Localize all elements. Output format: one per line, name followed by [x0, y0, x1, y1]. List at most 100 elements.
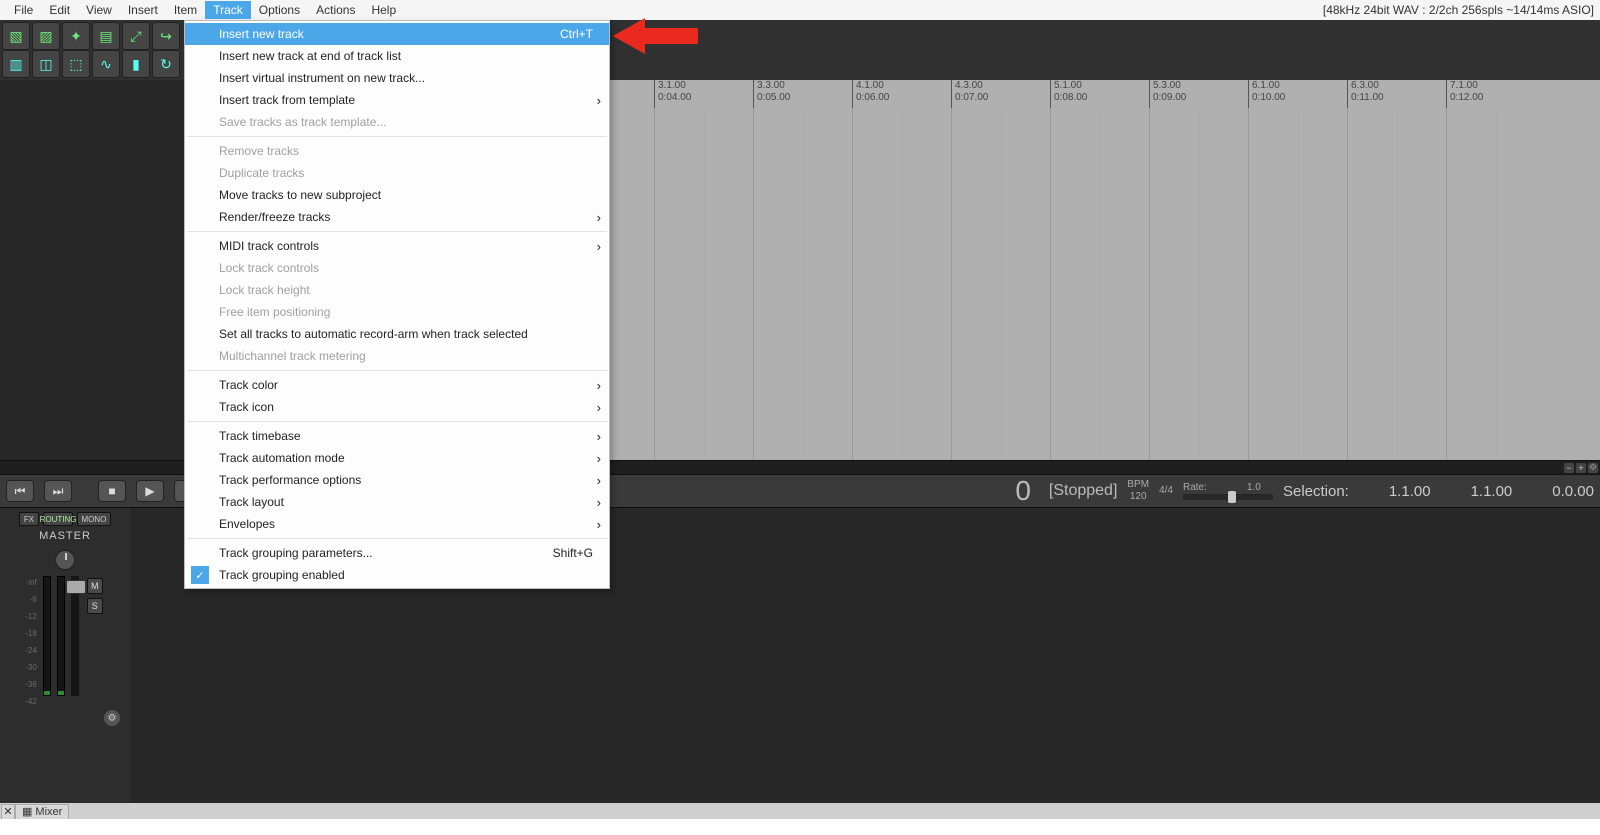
timesig-block[interactable]: 4/4 [1159, 485, 1173, 497]
ruler-tick: 7.1.00 0:12.00 [1446, 80, 1483, 108]
main-time-display[interactable]: 0 [1007, 475, 1039, 507]
menu-item: Duplicate tracks [185, 162, 609, 184]
rate-slider[interactable] [1183, 494, 1273, 500]
menu-item[interactable]: MIDI track controls [185, 235, 609, 257]
master-mono-button[interactable]: MONO [77, 512, 111, 526]
menu-item[interactable]: Insert track from template [185, 89, 609, 111]
toolbar-btn-7[interactable]: ▥ [2, 50, 30, 78]
ruler-tick: 3.1.00 0:04.00 [654, 80, 691, 108]
menu-item-label: Free item positioning [219, 305, 330, 319]
menu-item[interactable]: Envelopes [185, 513, 609, 535]
selection-len[interactable]: 0.0.00 [1552, 483, 1594, 500]
bpm-value[interactable]: 120 [1127, 491, 1149, 503]
menu-item[interactable]: Set all tracks to automatic record-arm w… [185, 323, 609, 345]
toolbar-btn-1[interactable]: ▧ [2, 22, 30, 50]
bpm-block[interactable]: BPM 120 [1127, 479, 1149, 503]
menu-item-label: Remove tracks [219, 144, 299, 158]
stop-button[interactable]: ■ [98, 480, 126, 502]
grid-line [1001, 108, 1002, 460]
menu-item-label: Lock track controls [219, 261, 319, 275]
menu-item-label: Track icon [219, 400, 274, 414]
master-strip[interactable]: FX ROUTING MONO MASTER -inf-6-12-18-24-3… [0, 508, 130, 803]
menu-item[interactable]: Move tracks to new subproject [185, 184, 609, 206]
scroll-plus-icon[interactable]: + [1576, 463, 1586, 473]
menu-item[interactable]: Track layout [185, 491, 609, 513]
grid-line [951, 108, 952, 460]
menubar-item-edit[interactable]: Edit [41, 1, 78, 19]
master-title: MASTER [39, 530, 91, 542]
toolbar-btn-9[interactable]: ⬚ [62, 50, 90, 78]
bottom-tabs: ✕ ▦ Mixer [0, 803, 1600, 819]
menu-item[interactable]: Insert virtual instrument on new track..… [185, 67, 609, 89]
toolbar-btn-4[interactable]: ▤ [92, 22, 120, 50]
menubar-item-track[interactable]: Track [205, 1, 251, 19]
toolbar-btn-10[interactable]: ∿ [92, 50, 120, 78]
audio-device-status[interactable]: [48kHz 24bit WAV : 2/2ch 256spls ~14/14m… [1323, 3, 1594, 17]
mixer-tab-icon: ▦ [22, 805, 32, 818]
mixer-tab[interactable]: ▦ Mixer [15, 804, 69, 819]
menu-separator [187, 231, 607, 232]
grid-line [902, 108, 903, 460]
scroll-minus-icon[interactable]: − [1564, 463, 1574, 473]
toolbar-btn-3[interactable]: ✦ [62, 22, 90, 50]
menu-item[interactable]: Insert new trackCtrl+T [185, 23, 609, 45]
selection-end[interactable]: 1.1.00 [1471, 483, 1513, 500]
menu-item-label: Track timebase [219, 429, 301, 443]
menu-item[interactable]: ✓Track grouping enabled [185, 564, 609, 586]
rate-block: Rate: 1.0 [1183, 482, 1273, 500]
master-fader[interactable] [71, 576, 79, 696]
rate-value[interactable]: 1.0 [1247, 482, 1261, 494]
master-solo-button[interactable]: S [87, 598, 103, 614]
toolbar-btn-6[interactable]: ↪ [152, 22, 180, 50]
grid-line [1199, 108, 1200, 460]
menubar-item-insert[interactable]: Insert [120, 1, 166, 19]
play-button[interactable]: ▶ [136, 480, 164, 502]
grid-line [1248, 108, 1249, 460]
menu-item[interactable]: Insert new track at end of track list [185, 45, 609, 67]
master-routing-button[interactable]: ROUTING [43, 512, 73, 526]
menubar: FileEditViewInsertItemTrackOptionsAction… [0, 0, 1600, 20]
menu-item-label: Insert virtual instrument on new track..… [219, 71, 425, 85]
master-fx-button[interactable]: FX [19, 512, 39, 526]
toolbar-btn-2[interactable]: ▨ [32, 22, 60, 50]
menu-separator [187, 421, 607, 422]
scale-mark: -18 [25, 629, 37, 638]
menubar-item-help[interactable]: Help [363, 1, 404, 19]
selection-start[interactable]: 1.1.00 [1389, 483, 1431, 500]
scroll-end-icon[interactable]: ⟐ [1588, 463, 1598, 473]
menu-item[interactable]: Track timebase [185, 425, 609, 447]
ruler-tick: 6.3.00 0:11.00 [1347, 80, 1384, 108]
menu-item[interactable]: Render/freeze tracks [185, 206, 609, 228]
ruler-tick: 5.3.00 0:09.00 [1149, 80, 1186, 108]
menubar-item-item[interactable]: Item [166, 1, 205, 19]
toolbar-btn-12[interactable]: ↻ [152, 50, 180, 78]
menu-item-label: Insert new track [219, 27, 304, 41]
toolbar-btn-8[interactable]: ◫ [32, 50, 60, 78]
grid-line [1298, 108, 1299, 460]
menu-item[interactable]: Track performance options [185, 469, 609, 491]
menubar-item-actions[interactable]: Actions [308, 1, 363, 19]
goto-end-button[interactable]: ⏭ [44, 480, 72, 502]
menubar-item-view[interactable]: View [78, 1, 120, 19]
master-settings-button[interactable]: ⚙ [104, 710, 120, 726]
menu-item-label: Track grouping enabled [219, 568, 345, 582]
menubar-item-options[interactable]: Options [251, 1, 308, 19]
menu-item[interactable]: Track automation mode [185, 447, 609, 469]
menu-item[interactable]: Track grouping parameters...Shift+G [185, 542, 609, 564]
menu-item-label: MIDI track controls [219, 239, 319, 253]
goto-start-button[interactable]: ⏮ [6, 480, 34, 502]
toolbar-btn-5[interactable]: ⤢ [122, 22, 150, 50]
tab-close-button[interactable]: ✕ [1, 804, 15, 819]
ruler-tick: 4.3.00 0:07.00 [951, 80, 988, 108]
toolbar-btn-11[interactable]: ▮ [122, 50, 150, 78]
menu-item[interactable]: Track color [185, 374, 609, 396]
master-pan-knob[interactable] [55, 550, 75, 570]
grid-line [753, 108, 754, 460]
meter-scale-left: -inf-6-12-18-24-30-36-42 [25, 576, 37, 706]
timesig-value[interactable]: 4/4 [1159, 485, 1173, 496]
track-header-panel[interactable] [0, 80, 184, 460]
master-mute-button[interactable]: M [87, 578, 103, 594]
menubar-item-file[interactable]: File [6, 1, 41, 19]
scale-mark: -36 [25, 680, 37, 689]
menu-item[interactable]: Track icon [185, 396, 609, 418]
